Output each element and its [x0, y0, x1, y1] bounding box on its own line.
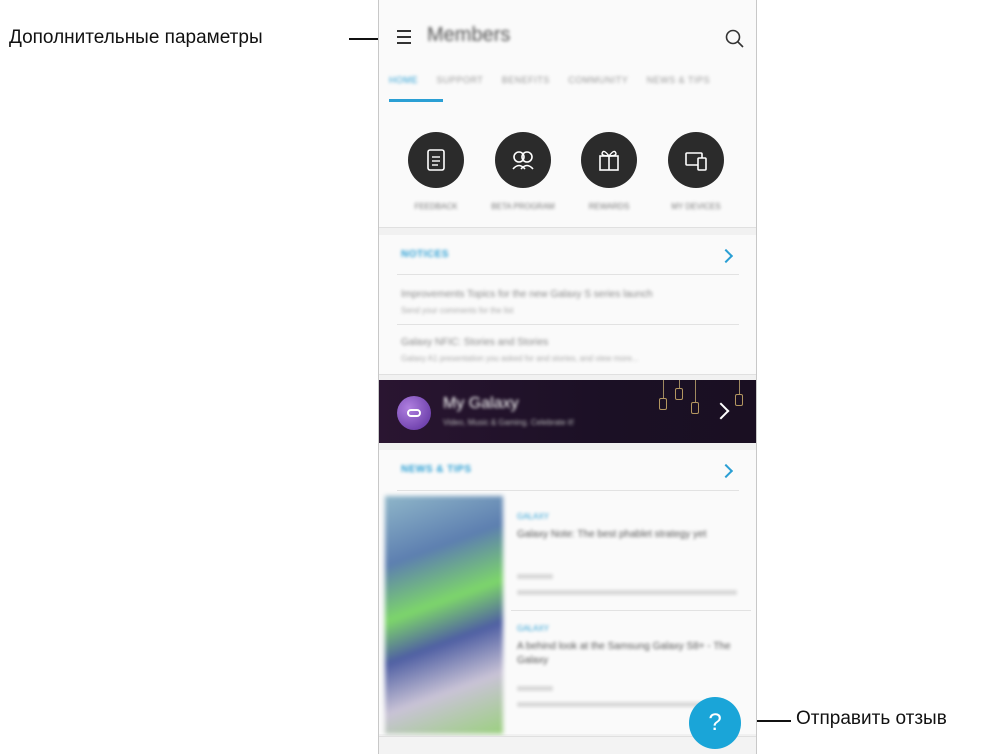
document-icon: [408, 132, 464, 188]
news-tag: GALAXY: [517, 624, 550, 633]
quick-action-beta[interactable]: BETA PROGRAM: [483, 132, 563, 211]
news-meta: [517, 702, 707, 707]
active-tab-indicator: [389, 99, 443, 102]
news-meta: [517, 574, 553, 579]
banner-subtitle: Video, Music & Gaming. Celebrate it!: [443, 418, 575, 427]
news-thumbnail[interactable]: [385, 496, 503, 734]
tab-benefits[interactable]: BENEFITS: [502, 75, 550, 85]
feedback-button[interactable]: ?: [689, 697, 741, 749]
tab-home[interactable]: HOME: [389, 75, 418, 85]
quick-action-label: BETA PROGRAM: [491, 202, 555, 211]
news-title[interactable]: Galaxy Note: The best phablet strategy y…: [517, 528, 737, 542]
chevron-right-icon[interactable]: [718, 463, 734, 479]
notice-subtitle: Galaxy A1 presentation you asked for and…: [401, 354, 639, 363]
quick-action-rewards[interactable]: REWARDS: [569, 132, 649, 211]
callout-send-feedback: Отправить отзыв: [796, 708, 947, 729]
divider: [397, 490, 739, 491]
quick-action-label: MY DEVICES: [671, 202, 721, 211]
promo-banner[interactable]: My Galaxy Video, Music & Gaming. Celebra…: [379, 380, 756, 443]
news-meta: [517, 686, 553, 691]
callout-more-options: Дополнительные параметры: [9, 27, 263, 48]
tab-bar: HOME SUPPORT BENEFITS COMMUNITY NEWS & T…: [389, 70, 756, 104]
chevron-right-icon[interactable]: [718, 248, 734, 264]
my-galaxy-logo-icon: [397, 396, 431, 430]
divider: [511, 610, 751, 611]
banner-title: My Galaxy: [443, 395, 519, 412]
notice-subtitle: Send your comments for the list: [401, 306, 514, 315]
news-title[interactable]: A behind look at the Samsung Galaxy S8+ …: [517, 640, 737, 668]
quick-action-label: FEEDBACK: [414, 202, 458, 211]
notices-heading: NOTICES: [401, 249, 449, 260]
divider: [397, 324, 739, 325]
quick-action-feedback[interactable]: FEEDBACK: [396, 132, 476, 211]
notices-section: NOTICES Improvements Topics for the new …: [379, 235, 756, 375]
quick-actions: FEEDBACK BETA PROGRAM REWARDS MY DEVICES: [379, 120, 756, 228]
news-heading: NEWS & TIPS: [401, 464, 472, 475]
tab-community[interactable]: COMMUNITY: [568, 75, 628, 85]
search-icon[interactable]: [724, 28, 746, 50]
gift-icon: [581, 132, 637, 188]
quick-action-label: REWARDS: [588, 202, 630, 211]
people-icon: [495, 132, 551, 188]
chevron-right-icon[interactable]: [712, 402, 730, 420]
phone-screen: Members HOME SUPPORT BENEFITS COMMUNITY …: [378, 0, 757, 754]
tab-news-tips[interactable]: NEWS & TIPS: [647, 75, 710, 85]
notice-title[interactable]: Improvements Topics for the new Galaxy S…: [401, 289, 653, 300]
quick-action-devices[interactable]: MY DEVICES: [656, 132, 736, 211]
app-title: Members: [427, 24, 511, 46]
tab-support[interactable]: SUPPORT: [436, 75, 483, 85]
news-meta: [517, 590, 737, 595]
devices-icon: [668, 132, 724, 188]
divider: [397, 274, 739, 275]
news-section: NEWS & TIPS GALAXY Galaxy Note: The best…: [379, 450, 756, 734]
app-header: Members HOME SUPPORT BENEFITS COMMUNITY …: [379, 0, 756, 120]
menu-icon[interactable]: [397, 30, 415, 46]
news-tag: GALAXY: [517, 512, 550, 521]
notice-title[interactable]: Galaxy NFIC: Stories and Stories: [401, 337, 548, 348]
